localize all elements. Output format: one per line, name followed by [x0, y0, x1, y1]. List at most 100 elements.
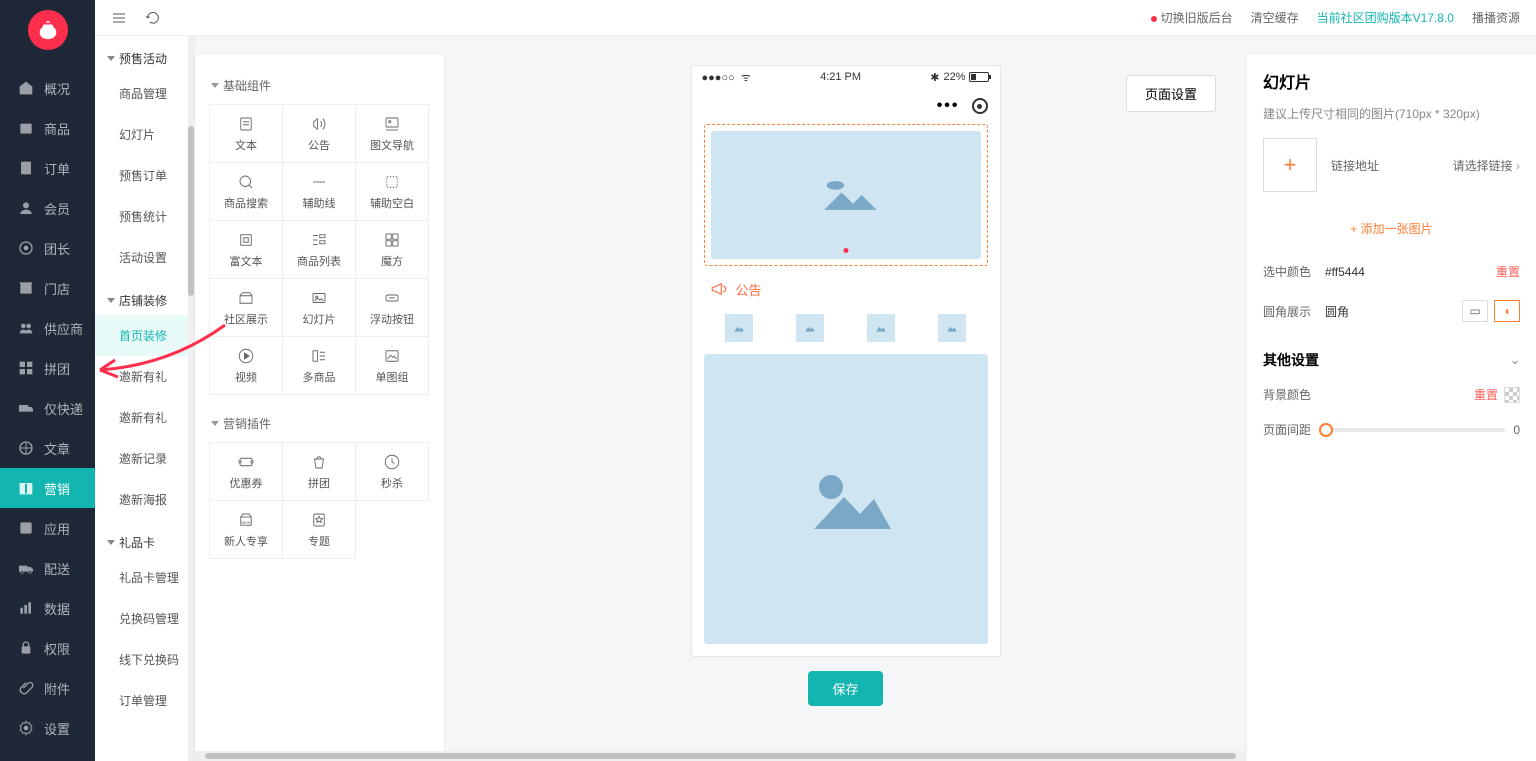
- resource-link[interactable]: 播播资源: [1472, 9, 1520, 26]
- horizontal-scrollbar[interactable]: [195, 751, 1246, 761]
- corner-label: 圆角展示: [1263, 303, 1325, 320]
- collapse-tri-icon: [107, 298, 115, 303]
- submenu-item-活动设置[interactable]: 活动设置: [95, 237, 194, 278]
- palette-item-浮动按钮[interactable]: 浮动按钮: [356, 279, 429, 337]
- image-component[interactable]: [704, 354, 988, 644]
- sidebar-item-会员[interactable]: 会员: [0, 188, 95, 228]
- page-gap-row: 页面间距 0: [1263, 413, 1520, 438]
- sidebar-item-概况[interactable]: 概况: [0, 68, 95, 108]
- nav-icon-placeholder: [725, 314, 753, 342]
- add-image-button[interactable]: + 添加一张图片: [1263, 210, 1520, 253]
- submenu-item-商品管理[interactable]: 商品管理: [95, 73, 194, 114]
- menu-toggle-icon[interactable]: [111, 10, 127, 26]
- sidebar-item-附件[interactable]: 附件: [0, 668, 95, 708]
- submenu-item-预售订单[interactable]: 预售订单: [95, 155, 194, 196]
- nav-icons-component[interactable]: [692, 314, 1000, 354]
- palette-item-拼团[interactable]: 拼团: [283, 443, 356, 501]
- submenu-item-邀新海报[interactable]: 邀新海报: [95, 479, 194, 520]
- palette-item-社区展示[interactable]: 社区展示: [210, 279, 283, 337]
- basic-components-grid: 文本公告图文导航商品搜索辅助线辅助空白富文本商品列表魔方社区展示幻灯片浮动按钮视…: [209, 104, 430, 395]
- reset-color-button[interactable]: 重置: [1496, 263, 1520, 280]
- phone-status-bar: ●●●○○ ᯤ 4:21 PM ✱ 22%: [692, 66, 1000, 88]
- refresh-icon[interactable]: [145, 10, 161, 26]
- nav-icon: [18, 720, 34, 736]
- palette-item-单图组[interactable]: 单图组: [356, 337, 429, 395]
- sidebar-item-营销[interactable]: 营销: [0, 468, 95, 508]
- clear-cache[interactable]: 清空缓存: [1251, 9, 1299, 26]
- battery-status: ✱ 22%: [930, 71, 989, 84]
- sidebar-item-文章[interactable]: 文章: [0, 428, 95, 468]
- nav-icon: [18, 240, 34, 256]
- submenu-item-幻灯片[interactable]: 幻灯片: [95, 114, 194, 155]
- submenu-item-订单管理[interactable]: 订单管理: [95, 680, 194, 721]
- palette-item-辅助线[interactable]: 辅助线: [283, 163, 356, 221]
- sidebar-item-门店[interactable]: 门店: [0, 268, 95, 308]
- sidebar-item-拼团[interactable]: 拼团: [0, 348, 95, 388]
- submenu-item-邀新有礼[interactable]: 邀新有礼: [95, 356, 194, 397]
- palette-item-新人专享[interactable]: NEW新人专享: [210, 501, 283, 559]
- reset-bg-button[interactable]: 重置: [1474, 386, 1498, 403]
- sidebar-item-商品[interactable]: 商品: [0, 108, 95, 148]
- nav-icon: [18, 160, 34, 176]
- palette-item-多商品[interactable]: 多商品: [283, 337, 356, 395]
- palette-item-图文导航[interactable]: 图文导航: [356, 105, 429, 163]
- submenu-item-礼品卡管理[interactable]: 礼品卡管理: [95, 557, 194, 598]
- palette-item-魔方[interactable]: 魔方: [356, 221, 429, 279]
- bg-color-label: 背景颜色: [1263, 386, 1325, 403]
- collapse-tri-icon: [211, 421, 219, 426]
- palette-item-视频[interactable]: 视频: [210, 337, 283, 395]
- sidebar-item-配送[interactable]: 配送: [0, 548, 95, 588]
- submenu-item-邀新有礼[interactable]: 邀新有礼: [95, 397, 194, 438]
- submenu-group-礼品卡[interactable]: 礼品卡: [95, 520, 194, 557]
- svg-text:NEW: NEW: [242, 520, 251, 524]
- preview-canvas: 页面设置 ●●●○○ ᯤ 4:21 PM ✱ 22% ••• 公告: [445, 55, 1246, 761]
- collapse-tri-icon: [107, 540, 115, 545]
- notice-component[interactable]: 公告: [704, 274, 988, 304]
- other-settings-header[interactable]: 其他设置⌄: [1263, 350, 1520, 370]
- palette-item-商品搜索[interactable]: 商品搜索: [210, 163, 283, 221]
- nav-icon: [18, 80, 34, 96]
- sidebar-item-数据[interactable]: 数据: [0, 588, 95, 628]
- palette-item-专题[interactable]: 专题: [283, 501, 356, 559]
- page-gap-label: 页面间距: [1263, 421, 1311, 438]
- sidebar-item-订单[interactable]: 订单: [0, 148, 95, 188]
- left-main-nav: 概况商品订单会员团长门店供应商拼团仅快递文章营销应用配送数据权限附件设置: [0, 0, 95, 761]
- upload-image-button[interactable]: +: [1263, 138, 1317, 192]
- palette-item-秒杀[interactable]: 秒杀: [356, 443, 429, 501]
- submenu-item-预售统计[interactable]: 预售统计: [95, 196, 194, 237]
- palette-item-商品列表[interactable]: 商品列表: [283, 221, 356, 279]
- sidebar-item-设置[interactable]: 设置: [0, 708, 95, 748]
- save-button[interactable]: 保存: [808, 671, 882, 706]
- submenu-group-预售活动[interactable]: 预售活动: [95, 36, 194, 73]
- page-gap-slider[interactable]: [1319, 428, 1505, 432]
- page-setting-button[interactable]: 页面设置: [1126, 75, 1216, 112]
- palette-item-辅助空白[interactable]: 辅助空白: [356, 163, 429, 221]
- nav-icon-placeholder: [796, 314, 824, 342]
- transparent-swatch[interactable]: [1504, 387, 1520, 403]
- corner-round-option[interactable]: ◖: [1494, 300, 1520, 322]
- submenu-item-兑换码管理[interactable]: 兑换码管理: [95, 598, 194, 639]
- sidebar-item-供应商[interactable]: 供应商: [0, 308, 95, 348]
- sidebar-item-应用[interactable]: 应用: [0, 508, 95, 548]
- selected-color-row: 选中颜色 #ff5444 重置: [1263, 253, 1520, 290]
- switch-old-backend[interactable]: 切换旧版后台: [1151, 9, 1233, 26]
- palette-item-富文本[interactable]: 富文本: [210, 221, 283, 279]
- sidebar-item-仅快递[interactable]: 仅快递: [0, 388, 95, 428]
- slider-component-selected[interactable]: [704, 124, 988, 266]
- palette-item-公告[interactable]: 公告: [283, 105, 356, 163]
- select-link-button[interactable]: 请选择链接: [1453, 157, 1520, 174]
- palette-item-文本[interactable]: 文本: [210, 105, 283, 163]
- palette-item-优惠券[interactable]: 优惠券: [210, 443, 283, 501]
- sidebar-item-团长[interactable]: 团长: [0, 228, 95, 268]
- selected-color-label: 选中颜色: [1263, 263, 1325, 280]
- palette-item-幻灯片[interactable]: 幻灯片: [283, 279, 356, 337]
- image-upload-row: + 链接地址 请选择链接: [1263, 138, 1520, 192]
- submenu-item-邀新记录[interactable]: 邀新记录: [95, 438, 194, 479]
- submenu-scrollbar[interactable]: [188, 36, 194, 761]
- sidebar-item-权限[interactable]: 权限: [0, 628, 95, 668]
- submenu-item-首页装修[interactable]: 首页装修: [95, 315, 194, 356]
- submenu-item-线下兑换码[interactable]: 线下兑换码: [95, 639, 194, 680]
- corner-row: 圆角展示 圆角 ▭ ◖: [1263, 290, 1520, 332]
- corner-square-option[interactable]: ▭: [1462, 300, 1488, 322]
- submenu-group-店铺装修[interactable]: 店铺装修: [95, 278, 194, 315]
